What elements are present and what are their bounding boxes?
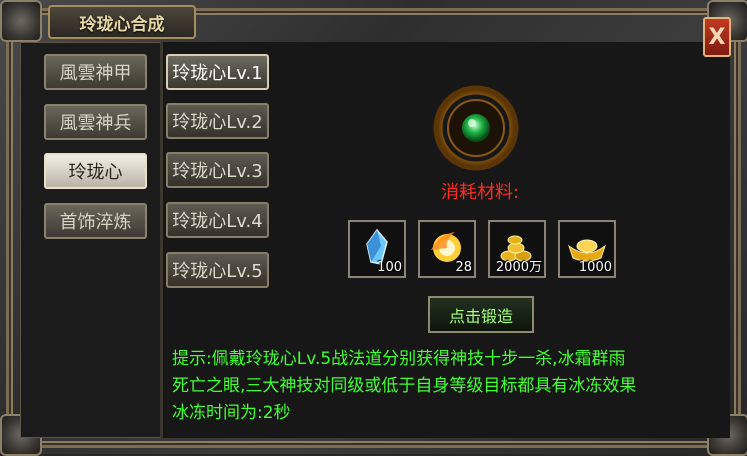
category-tab-fengyun-weapon[interactable]: 風雲神兵 <box>44 104 147 140</box>
material-qty: 1000 <box>578 260 612 275</box>
forge-button[interactable]: 点击锻造 <box>428 296 534 333</box>
hint-line-2: 死亡之眼,三大神技对同级或低于自身等级目标都具有冰冻效果 <box>172 376 637 396</box>
linglong-heart-ring-icon <box>433 85 519 171</box>
material-slot-gold-coins[interactable]: 2000万 <box>488 220 546 278</box>
window-title: 玲珑心合成 <box>48 5 196 39</box>
level-button-5[interactable]: 玲珑心Lv.5 <box>166 252 269 288</box>
material-qty: 28 <box>455 260 472 275</box>
corner-ornament-top-left <box>0 0 42 42</box>
level-button-2[interactable]: 玲珑心Lv.2 <box>166 103 269 139</box>
cost-label: 消耗材料: <box>440 182 520 203</box>
category-tab-fengyun-armor[interactable]: 風雲神甲 <box>44 54 147 90</box>
level-button-1[interactable]: 玲珑心Lv.1 <box>166 54 269 90</box>
category-tab-jewelry-refine[interactable]: 首饰淬炼 <box>44 203 147 239</box>
category-tab-linglong-heart[interactable]: 玲珑心 <box>44 153 147 189</box>
material-slot-gold-ingot[interactable]: 1000 <box>558 220 616 278</box>
hint-text: 提示:佩戴玲珑心Lv.5战法道分别获得神技十步一杀,冰霜群雨 死亡之眼,三大神技… <box>172 346 728 427</box>
level-button-3[interactable]: 玲珑心Lv.3 <box>166 152 269 188</box>
hint-line-3: 冰冻时间为:2秒 <box>172 403 291 423</box>
material-slot-fire-orb[interactable]: 28 <box>418 220 476 278</box>
material-qty: 2000万 <box>495 260 542 275</box>
close-button[interactable]: X <box>703 17 731 57</box>
hint-line-1: 提示:佩戴玲珑心Lv.5战法道分别获得神技十步一杀,冰霜群雨 <box>172 349 626 369</box>
material-qty: 100 <box>377 260 402 275</box>
material-slot-crystal[interactable]: 100 <box>348 220 406 278</box>
level-button-4[interactable]: 玲珑心Lv.4 <box>166 202 269 238</box>
